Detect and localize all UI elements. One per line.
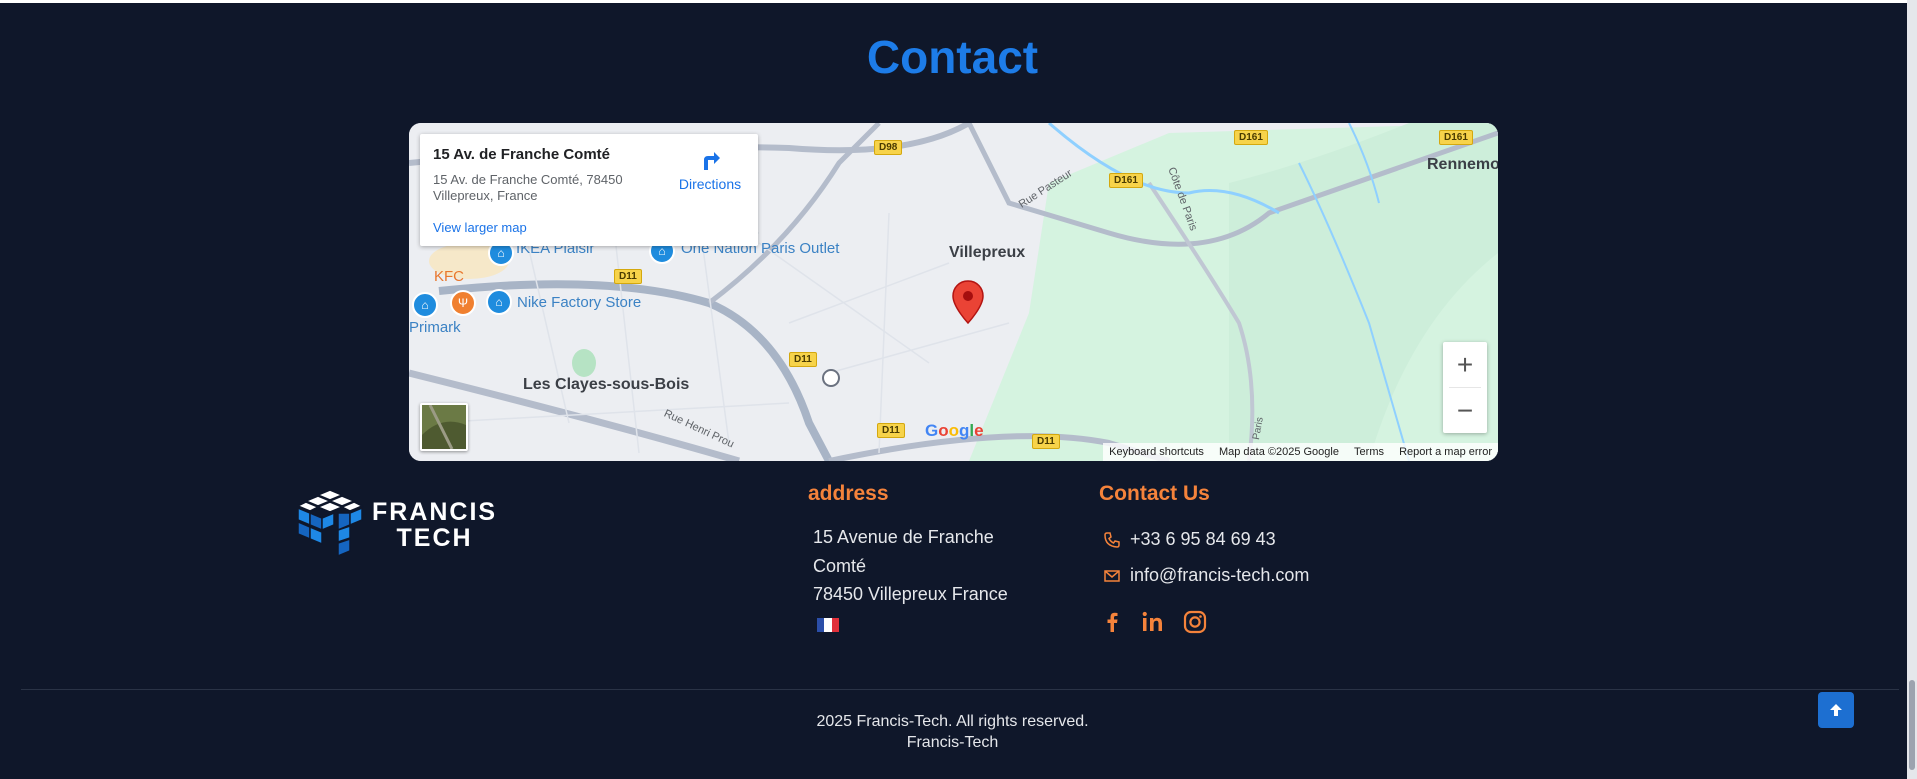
logo-wordmark: FRANCIS TECH bbox=[372, 499, 497, 551]
map-town-label: Les Clayes-sous-Bois bbox=[523, 376, 690, 393]
embedded-map[interactable]: D98 D161 D161 D161 D11 D11 D11 D11 Ville… bbox=[409, 123, 1498, 461]
france-flag-icon bbox=[817, 618, 839, 632]
footer-brand: Francis-Tech bbox=[906, 734, 999, 751]
map-poi-label[interactable]: KFC bbox=[434, 268, 464, 285]
directions-label: Directions bbox=[678, 176, 742, 192]
top-border bbox=[0, 0, 1917, 3]
road-shield: D161 bbox=[1439, 130, 1473, 145]
road-shield: D161 bbox=[1234, 130, 1268, 145]
phone-icon bbox=[1104, 531, 1120, 548]
facebook-icon[interactable] bbox=[1098, 608, 1126, 636]
email-link[interactable]: info@francis-tech.com bbox=[1104, 565, 1309, 586]
location-pin-icon[interactable] bbox=[952, 280, 984, 324]
shopping-icon[interactable]: ⌂ bbox=[412, 292, 438, 318]
report-map-error-link[interactable]: Report a map error bbox=[1399, 446, 1492, 458]
arrow-up-icon bbox=[1830, 704, 1842, 716]
terms-link[interactable]: Terms bbox=[1354, 446, 1384, 458]
zoom-in-button[interactable]: + bbox=[1443, 342, 1487, 387]
contact-title: Contact Us bbox=[1099, 482, 1210, 505]
shopping-icon[interactable]: ⌂ bbox=[486, 289, 512, 315]
email-address: info@francis-tech.com bbox=[1130, 565, 1310, 585]
phone-number: +33 6 95 84 69 43 bbox=[1130, 529, 1276, 549]
zoom-out-button[interactable]: − bbox=[1443, 388, 1487, 433]
place-address: 15 Av. de Franche Comté, 78450 Villepreu… bbox=[433, 172, 623, 203]
linkedin-icon[interactable] bbox=[1139, 608, 1167, 636]
directions-button[interactable]: Directions bbox=[675, 148, 745, 192]
view-larger-map-link[interactable]: View larger map bbox=[433, 220, 527, 235]
map-poi-label[interactable]: Primark bbox=[409, 319, 461, 336]
road-shield: D161 bbox=[1109, 173, 1143, 188]
address-line: Comté bbox=[813, 556, 867, 576]
road-shield: D11 bbox=[789, 352, 817, 367]
footer-divider bbox=[21, 689, 1899, 690]
satellite-toggle[interactable] bbox=[420, 403, 468, 451]
road-shield: D11 bbox=[877, 423, 905, 438]
keyboard-shortcuts-link[interactable]: Keyboard shortcuts bbox=[1109, 446, 1204, 458]
directions-icon bbox=[704, 152, 720, 170]
road-shield: D98 bbox=[874, 140, 903, 155]
section-title: Contact bbox=[866, 31, 1039, 83]
address-line: 78450 Villepreux France bbox=[813, 584, 1008, 604]
logo-line-2: TECH bbox=[396, 524, 473, 552]
map-town-label: Rennemo bbox=[1427, 156, 1498, 173]
satellite-thumbnail bbox=[422, 405, 466, 449]
back-to-top-button[interactable] bbox=[1818, 692, 1854, 728]
road-shield: D11 bbox=[614, 269, 642, 284]
map-zoom-controls: + − bbox=[1443, 342, 1487, 433]
phone-link[interactable]: +33 6 95 84 69 43 bbox=[1104, 529, 1276, 550]
road-shield: D11 bbox=[1032, 434, 1060, 449]
logo-line-1: FRANCIS bbox=[372, 498, 498, 526]
google-logo: Google bbox=[925, 421, 984, 440]
place-name: 15 Av. de Franche Comté bbox=[433, 146, 610, 163]
train-station-icon[interactable] bbox=[822, 369, 840, 387]
copyright-text: 2025 Francis-Tech. All rights reserved. bbox=[816, 713, 1089, 730]
map-attribution: Keyboard shortcuts Map data ©2025 Google… bbox=[1103, 443, 1498, 461]
restaurant-icon[interactable]: Ψ bbox=[450, 290, 476, 316]
scrollbar-thumb[interactable] bbox=[1909, 680, 1915, 770]
map-data-text: Map data ©2025 Google bbox=[1218, 446, 1339, 458]
instagram-icon[interactable] bbox=[1181, 608, 1209, 636]
mail-icon bbox=[1104, 569, 1120, 582]
map-info-card: 15 Av. de Franche Comté 15 Av. de Franch… bbox=[420, 134, 758, 246]
map-town-label: Villepreux bbox=[949, 244, 1026, 261]
address-title: address bbox=[808, 482, 889, 505]
page-scrollbar[interactable] bbox=[1907, 0, 1917, 779]
map-poi-label[interactable]: Nike Factory Store bbox=[517, 294, 641, 311]
francis-tech-logo-icon bbox=[298, 490, 364, 558]
address-line: 15 Avenue de Franche bbox=[813, 527, 994, 547]
